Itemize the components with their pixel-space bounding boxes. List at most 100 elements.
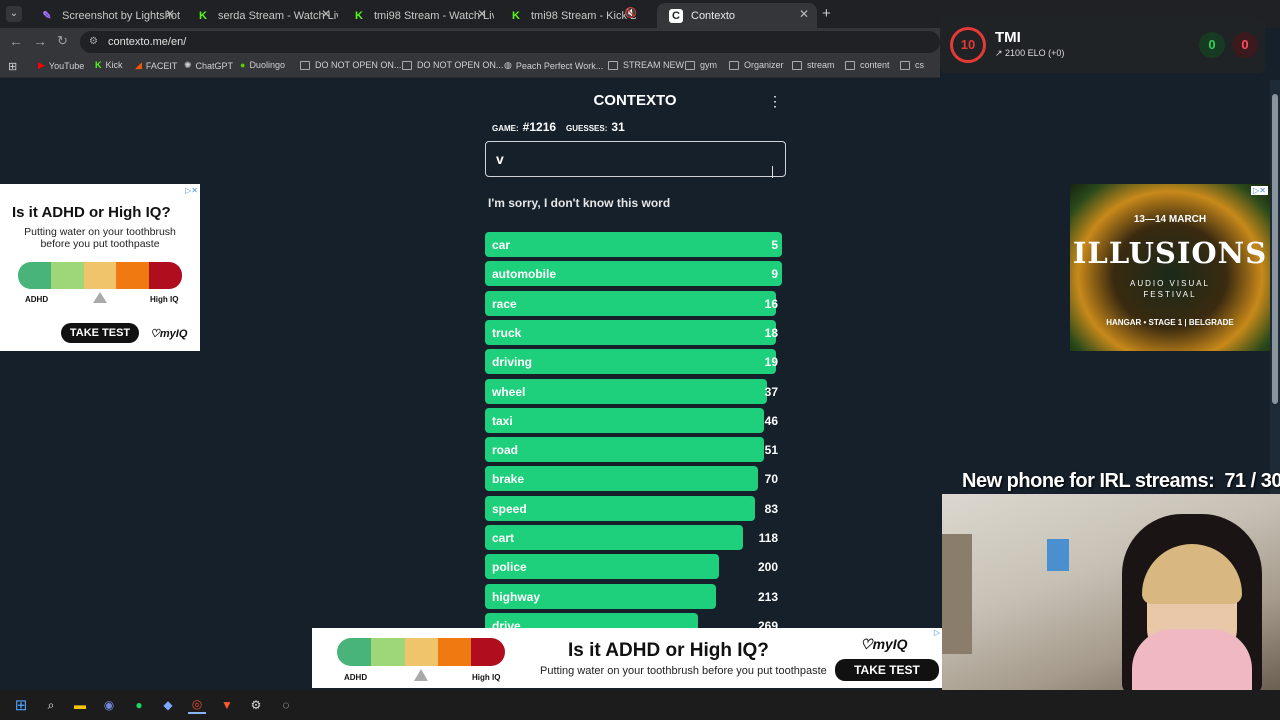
ad-bottom[interactable]: ▷ ADHD High IQ Is it ADHD or High IQ? Pu…: [312, 628, 942, 688]
bookmark-faceit[interactable]: ◢ FACEIT: [135, 60, 177, 71]
brain-icon: ♡: [150, 328, 160, 340]
adchoices-icon[interactable]: ▷: [934, 628, 940, 637]
brave-icon[interactable]: ▼: [218, 696, 236, 714]
take-test-button[interactable]: TAKE TEST: [61, 323, 139, 343]
guess-rank: 51: [764, 443, 778, 458]
tab-tmi98-stream[interactable]: K tmi98 Stream - Watch Live on K ✕: [340, 3, 495, 28]
bookmark-folder[interactable]: cs: [900, 60, 924, 70]
bookmark-label: Peach Perfect Work...: [515, 60, 604, 71]
take-test-button[interactable]: TAKE TEST: [835, 659, 939, 681]
reload-icon[interactable]: ↻: [57, 33, 68, 49]
guess-word: truck: [492, 325, 522, 340]
address-bar[interactable]: ⚙ contexto.me/en/: [80, 31, 940, 53]
steam-icon[interactable]: ⚙: [247, 696, 265, 714]
ad-subtext: Putting water on your toothbrush before …: [540, 665, 827, 677]
folder-icon: [729, 60, 739, 70]
guess-word: drive: [492, 618, 521, 628]
app-icon[interactable]: ◆: [159, 696, 177, 714]
scrollbar-thumb[interactable]: [1272, 94, 1278, 404]
mute-icon[interactable]: 🔇: [625, 8, 637, 19]
goal-progress: 71 / 300: [1224, 470, 1280, 492]
guess-rank: 118: [758, 531, 778, 545]
bookmark-label: DO NOT OPEN ON...: [417, 60, 504, 70]
myiq-logo: ♡myIQ: [860, 636, 908, 653]
adchoices-icon[interactable]: ▷✕: [185, 186, 198, 195]
tab-contexto[interactable]: C Contexto ✕: [657, 3, 817, 28]
game-label: GAME:: [492, 124, 519, 133]
webcam-shape: [942, 534, 972, 654]
close-icon[interactable]: ✕: [799, 7, 809, 21]
close-icon[interactable]: ✕: [165, 7, 175, 21]
tab-search-button[interactable]: ⌄: [6, 6, 22, 22]
chatgpt-icon: ✺: [184, 60, 192, 70]
ad-subtext: Putting water on your toothbrush before …: [24, 226, 176, 250]
spotify-icon[interactable]: ●: [130, 696, 148, 714]
bookmark-folder[interactable]: gym: [685, 60, 717, 70]
festival-dates: 13—14 MARCH: [1133, 214, 1207, 225]
ad-left[interactable]: ▷✕ Is it ADHD or High IQ? Putting water …: [0, 184, 200, 351]
windows-start-icon[interactable]: ⊞: [12, 696, 30, 714]
guess-word: race: [492, 296, 517, 311]
more-options-icon[interactable]: ⋮: [768, 93, 782, 110]
bookmark-duolingo[interactable]: ● Duolingo: [240, 60, 285, 70]
bookmark-label: stream: [807, 60, 835, 70]
bookmark-peach[interactable]: ◍ Peach Perfect Work...: [504, 60, 603, 71]
close-icon[interactable]: ✕: [321, 7, 331, 21]
app-icon[interactable]: ◌: [277, 696, 295, 714]
festival-location: HANGAR • STAGE 1 | BELGRADE: [1106, 318, 1234, 327]
chrome-icon[interactable]: ◎: [188, 696, 206, 714]
bookmark-folder[interactable]: content: [845, 60, 890, 70]
new-tab-button[interactable]: +: [822, 5, 831, 22]
guess-row: car 5: [485, 232, 785, 257]
meter-low-label: ADHD: [25, 295, 49, 304]
ad-right[interactable]: ▷✕ 13—14 MARCH ILLUSIONS AUDIO VISUAL FE…: [1070, 184, 1270, 351]
bookmark-folder[interactable]: DO NOT OPEN ON...: [300, 60, 401, 70]
guess-row: driving 19: [485, 349, 785, 375]
guess-row: speed 83: [485, 495, 785, 521]
guess-row: cart 118: [485, 525, 785, 550]
bookmark-folder[interactable]: DO NOT OPEN ON...: [402, 60, 503, 70]
guess-similarity-bar: [485, 319, 776, 345]
guess-rank: 18: [764, 325, 778, 340]
guess-row: drive 269: [485, 612, 785, 628]
folder-icon: [900, 60, 910, 70]
guess-word: driving: [492, 355, 533, 370]
discord-icon[interactable]: ◉: [100, 696, 118, 714]
trend-icon: ↗: [995, 48, 1006, 58]
apps-grid-icon[interactable]: ⊞: [8, 60, 17, 73]
search-icon[interactable]: ⌕: [42, 696, 60, 714]
tab-kick-dashboard[interactable]: K tmi98 Stream - Kick Dashboa 🔇: [497, 3, 655, 28]
bookmark-youtube[interactable]: ▶ YouTube: [38, 60, 84, 71]
back-arrow-icon[interactable]: ←: [9, 33, 23, 49]
bookmark-folder[interactable]: STREAM NEW: [608, 60, 684, 70]
folder-icon: [845, 60, 855, 70]
taskbar: ⊞ ⌕ ▬ ◉ ● ◆ ◎ ▼ ⚙ ◌: [0, 690, 1280, 720]
close-icon[interactable]: ✕: [477, 7, 487, 21]
bookmark-kick[interactable]: K Kick: [95, 60, 123, 70]
adchoices-icon[interactable]: ▷✕: [1251, 186, 1268, 195]
game-number: #1216: [522, 120, 557, 134]
player-name: TMI: [995, 29, 1021, 46]
wins-count: 0: [1199, 32, 1225, 58]
tab-lightshot[interactable]: ✎ Screenshot by Lightshot ✕: [28, 3, 183, 28]
guess-word: cart: [492, 531, 515, 545]
guess-rank: 70: [764, 472, 778, 487]
guess-rank: 5: [771, 238, 778, 252]
guess-rank: 9: [771, 267, 778, 282]
meter-high-label: High IQ: [150, 295, 179, 304]
tab-title: tmi98 Stream - Kick Dashboa: [531, 9, 636, 22]
bookmark-folder[interactable]: Organizer: [729, 60, 784, 70]
guess-word: highway: [492, 589, 541, 604]
bookmark-label: STREAM NEW: [623, 60, 685, 70]
word-input[interactable]: v: [485, 141, 786, 177]
kick-icon: K: [95, 60, 102, 70]
forward-arrow-icon[interactable]: →: [33, 33, 47, 49]
file-explorer-icon[interactable]: ▬: [71, 696, 89, 714]
guess-similarity-bar: [485, 525, 743, 550]
bookmark-folder[interactable]: stream: [792, 60, 835, 70]
site-info-icon[interactable]: ⚙: [89, 31, 98, 53]
folder-icon: [300, 60, 310, 70]
festival-title: ILLUSIONS: [1072, 236, 1268, 270]
bookmark-chatgpt[interactable]: ✺ ChatGPT: [184, 60, 233, 71]
tab-serda-stream[interactable]: K serda Stream - Watch Live on K ✕: [184, 3, 339, 28]
